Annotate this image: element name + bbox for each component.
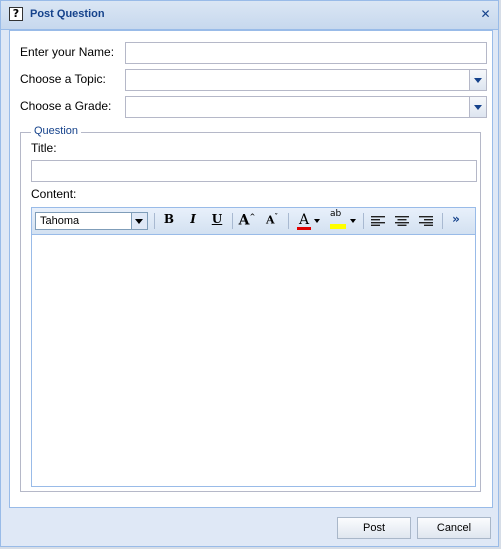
highlight-swatch: [330, 224, 346, 229]
form-panel: Enter your Name: Choose a Topic: Choose …: [9, 30, 493, 508]
html-editor: Tahoma B I U A^ Aˇ A ab »: [31, 207, 476, 487]
editor-toolbar: Tahoma B I U A^ Aˇ A ab »: [32, 208, 475, 235]
topic-dropdown-arrow-icon[interactable]: [469, 70, 486, 90]
align-center-button[interactable]: [392, 212, 412, 230]
toolbar-separator: [442, 213, 443, 229]
align-right-icon: [419, 216, 433, 226]
window-title: Post Question: [30, 8, 105, 20]
question-fieldset: Question Title: Content: Tahoma B I U A^…: [20, 125, 481, 492]
grade-dropdown-arrow-icon[interactable]: [469, 97, 486, 117]
font-select[interactable]: Tahoma: [35, 212, 148, 230]
font-color-swatch: [297, 227, 311, 230]
shrink-font-icon: A: [265, 213, 275, 227]
title-input[interactable]: [31, 160, 477, 182]
italic-button[interactable]: I: [183, 212, 203, 230]
name-label: Enter your Name:: [20, 45, 115, 59]
highlight-dropdown-icon: [350, 219, 356, 223]
align-left-button[interactable]: [368, 212, 388, 230]
highlight-icon: ab: [330, 209, 342, 219]
align-left-icon: [371, 216, 385, 226]
post-button[interactable]: Post: [337, 517, 411, 539]
grade-combo[interactable]: [125, 96, 487, 118]
toolbar-separator: [363, 213, 364, 229]
cancel-button[interactable]: Cancel: [417, 517, 491, 539]
content-label: Content:: [31, 187, 77, 201]
increase-font-size-button[interactable]: A^: [237, 212, 257, 230]
underline-button[interactable]: U: [207, 212, 227, 230]
toolbar-separator: [154, 213, 155, 229]
topic-combo[interactable]: [125, 69, 487, 91]
bold-button[interactable]: B: [159, 212, 179, 230]
align-right-button[interactable]: [416, 212, 436, 230]
down-caret-icon: ˇ: [274, 212, 279, 221]
post-question-window: ? Post Question ✕ Enter your Name: Choos…: [0, 0, 499, 547]
toolbar-separator: [288, 213, 289, 229]
topic-label: Choose a Topic:: [20, 72, 106, 86]
name-input[interactable]: [125, 42, 487, 64]
font-color-button[interactable]: A: [293, 212, 321, 230]
align-center-icon: [395, 216, 409, 226]
font-select-value: Tahoma: [40, 215, 80, 227]
close-icon[interactable]: ✕: [479, 8, 492, 21]
font-dropdown-arrow-icon[interactable]: [131, 213, 147, 229]
editor-content-area[interactable]: [32, 235, 475, 486]
font-color-dropdown-icon: [314, 219, 320, 223]
highlight-color-button[interactable]: ab: [327, 209, 357, 230]
up-caret-icon: ^: [249, 212, 256, 221]
question-legend: Question: [31, 125, 82, 137]
toolbar-separator: [232, 213, 233, 229]
title-label: Title:: [31, 141, 57, 155]
decrease-font-size-button[interactable]: Aˇ: [262, 212, 282, 230]
grow-font-icon: A: [238, 212, 250, 229]
grade-label: Choose a Grade:: [20, 99, 112, 113]
more-options-button[interactable]: »: [446, 212, 466, 230]
help-icon: ?: [9, 7, 23, 21]
font-color-icon: A: [298, 212, 310, 228]
window-titlebar[interactable]: ? Post Question ✕: [1, 1, 498, 30]
